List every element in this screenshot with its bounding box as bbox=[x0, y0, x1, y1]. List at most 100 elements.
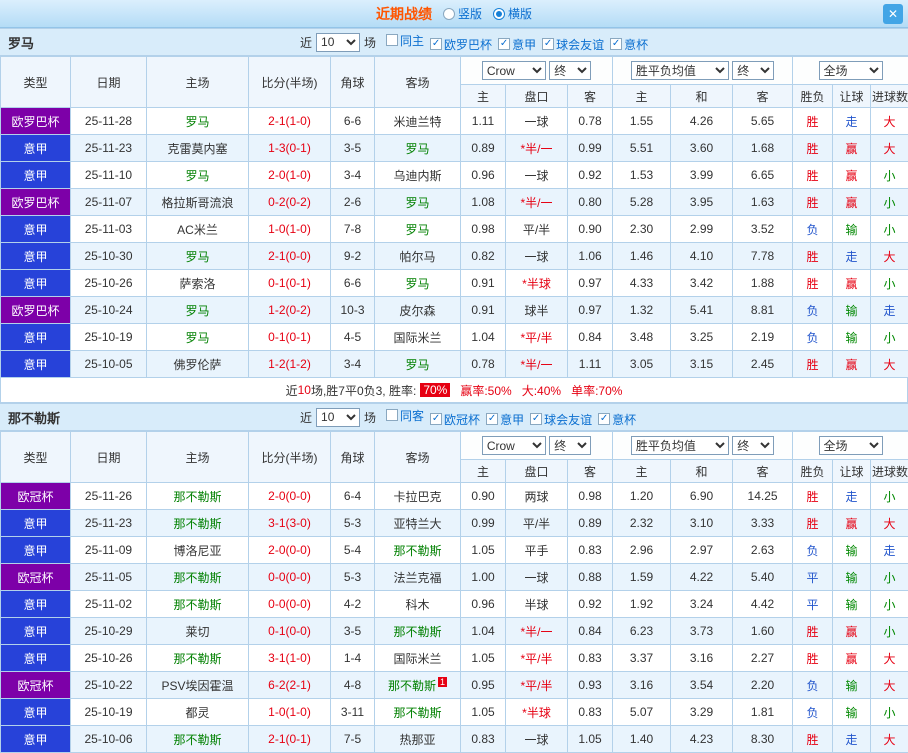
avg-odds-select[interactable]: 胜平负均值 bbox=[630, 61, 729, 80]
filter-checkbox[interactable]: ✓ 意甲 bbox=[498, 36, 536, 53]
avg-odds-select[interactable]: 胜平负均值 bbox=[630, 436, 729, 455]
home-team[interactable]: 莱切 bbox=[146, 617, 249, 645]
eu-home-odds: 5.51 bbox=[612, 134, 672, 162]
away-team[interactable]: 卡拉巴克 bbox=[374, 482, 461, 510]
away-team[interactable]: 热那亚 bbox=[374, 725, 461, 753]
result-cell: 胜 bbox=[792, 188, 834, 216]
bookmaker-select[interactable]: Crow bbox=[481, 61, 546, 80]
league-cell: 意甲 bbox=[0, 350, 71, 378]
match-row: 欧冠杯 25-11-26 那不勒斯 2-0(0-0) 6-4 卡拉巴克 0.90 两球 0.98… bbox=[0, 482, 908, 510]
layout-radio-vertical[interactable]: 竖版 bbox=[442, 5, 482, 22]
league-cell: 欧罗巴杯 bbox=[0, 188, 71, 216]
filter-checkbox[interactable]: ✓ 球会友谊 bbox=[530, 411, 592, 428]
filter-checkbox[interactable]: 同主 bbox=[386, 32, 424, 49]
filter-checkbox[interactable]: ✓ 意甲 bbox=[486, 411, 524, 428]
home-team[interactable]: 佛罗伦萨 bbox=[146, 350, 249, 378]
result-cell: 负 bbox=[792, 323, 834, 351]
eu-away-odds: 3.52 bbox=[732, 215, 794, 243]
filter-checkbox[interactable]: 同客 bbox=[386, 407, 424, 424]
filter-checkbox[interactable]: ✓ 球会友谊 bbox=[542, 36, 604, 53]
league-cell: 欧冠杯 bbox=[0, 671, 71, 699]
home-team[interactable]: 克雷莫内塞 bbox=[146, 134, 249, 162]
summary-rate: 大:40% bbox=[521, 383, 562, 398]
away-team[interactable]: 罗马 bbox=[374, 215, 461, 243]
team-section: 那不勒斯 近 10 场 同客 ✓ 欧冠杯 ✓ 意甲 ✓ 球会友谊 ✓ 意杯 类型 日期 主场 bbox=[0, 403, 908, 753]
home-team[interactable]: 格拉斯哥流浪 bbox=[146, 188, 249, 216]
europe-final-select[interactable]: 终 bbox=[732, 61, 775, 80]
home-team[interactable]: 那不勒斯 bbox=[146, 725, 249, 753]
asian-final-select[interactable]: 终 bbox=[549, 436, 592, 455]
filter-checkbox[interactable]: ✓ 欧罗巴杯 bbox=[430, 36, 492, 53]
away-team[interactable]: 罗马 bbox=[374, 350, 461, 378]
away-team[interactable]: 乌迪内斯 bbox=[374, 161, 461, 189]
eu-away-odds: 2.20 bbox=[732, 671, 794, 699]
home-team[interactable]: 罗马 bbox=[146, 296, 249, 324]
home-team[interactable]: AC米兰 bbox=[146, 215, 249, 243]
corners-cell: 9-2 bbox=[330, 242, 375, 270]
home-team[interactable]: 那不勒斯 bbox=[146, 644, 249, 672]
league-cell: 意甲 bbox=[0, 536, 71, 564]
eu-away-odds: 1.81 bbox=[732, 698, 794, 726]
away-team[interactable]: 那不勒斯 bbox=[374, 536, 461, 564]
away-team[interactable]: 罗马 bbox=[374, 188, 461, 216]
goals-result-cell: 小 bbox=[870, 161, 908, 189]
home-team[interactable]: 博洛尼亚 bbox=[146, 536, 249, 564]
checkbox-checked-icon: ✓ bbox=[598, 413, 611, 425]
home-team[interactable]: 那不勒斯 bbox=[146, 482, 249, 510]
away-team[interactable]: 亚特兰大 bbox=[374, 509, 461, 537]
home-team[interactable]: 那不勒斯 bbox=[146, 563, 249, 591]
away-team[interactable]: 罗马 bbox=[374, 269, 461, 297]
home-team[interactable]: 罗马 bbox=[146, 161, 249, 189]
checkbox-label: 同主 bbox=[400, 33, 425, 48]
goals-result-cell: 大 bbox=[870, 509, 908, 537]
scope-select[interactable]: 全场 bbox=[818, 436, 883, 455]
home-team[interactable]: 罗马 bbox=[146, 107, 249, 135]
league-cell: 意甲 bbox=[0, 698, 71, 726]
eu-away-odds: 8.81 bbox=[732, 296, 794, 324]
col-ah-away: 客 bbox=[566, 84, 614, 108]
europe-final-select[interactable]: 终 bbox=[732, 436, 775, 455]
league-cell: 意甲 bbox=[0, 215, 71, 243]
away-team[interactable]: 帕尔马 bbox=[374, 242, 461, 270]
close-icon[interactable]: ✕ bbox=[883, 4, 903, 24]
date-cell: 25-11-07 bbox=[70, 188, 147, 216]
league-cell: 意甲 bbox=[0, 161, 71, 189]
home-team[interactable]: 罗马 bbox=[146, 323, 249, 351]
away-team[interactable]: 国际米兰 bbox=[374, 323, 461, 351]
match-count-select[interactable]: 10 bbox=[316, 32, 361, 52]
layout-radio-horizontal[interactable]: 横版 bbox=[493, 5, 532, 22]
away-team[interactable]: 皮尔森 bbox=[374, 296, 461, 324]
filter-checkbox[interactable]: ✓ 欧冠杯 bbox=[430, 411, 480, 428]
handicap-cell: *半/一 bbox=[505, 188, 568, 216]
result-cell: 胜 bbox=[792, 482, 834, 510]
asian-final-select[interactable]: 终 bbox=[549, 61, 592, 80]
goals-result-cell: 大 bbox=[870, 134, 908, 162]
home-team[interactable]: 那不勒斯 bbox=[146, 509, 249, 537]
match-row: 意甲 25-11-09 博洛尼亚 2-0(0-0) 5-4 那不勒斯 1.05 平手 0.83 2… bbox=[0, 536, 908, 564]
away-team[interactable]: 那不勒斯 bbox=[374, 617, 461, 645]
away-team[interactable]: 那不勒斯 1 bbox=[374, 671, 461, 699]
home-team[interactable]: 萨索洛 bbox=[146, 269, 249, 297]
checkbox-label: 欧冠杯 bbox=[444, 412, 481, 427]
summary-bar: 近 10 场,胜7平0负3, 胜率: 70% 赢率:50% 大:40% 单率:70% bbox=[0, 378, 908, 403]
home-team[interactable]: 都灵 bbox=[146, 698, 249, 726]
ah-away-odds: 0.88 bbox=[566, 563, 614, 591]
match-count-select[interactable]: 10 bbox=[316, 407, 361, 427]
away-team[interactable]: 罗马 bbox=[374, 134, 461, 162]
away-team[interactable]: 国际米兰 bbox=[374, 644, 461, 672]
result-cell: 胜 bbox=[792, 509, 834, 537]
filter-checkbox[interactable]: ✓ 意杯 bbox=[598, 411, 636, 428]
col-handicap-result: 让球 bbox=[832, 459, 872, 483]
away-team[interactable]: 法兰克福 bbox=[374, 563, 461, 591]
away-team[interactable]: 那不勒斯 bbox=[374, 698, 461, 726]
home-team[interactable]: 罗马 bbox=[146, 242, 249, 270]
filter-checkbox[interactable]: ✓ 意杯 bbox=[610, 36, 648, 53]
away-team[interactable]: 科木 bbox=[374, 590, 461, 618]
away-team[interactable]: 米迪兰特 bbox=[374, 107, 461, 135]
bookmaker-select[interactable]: Crow bbox=[481, 436, 546, 455]
goals-result-cell: 小 bbox=[870, 482, 908, 510]
home-team[interactable]: 那不勒斯 bbox=[146, 590, 249, 618]
col-eu-away: 客 bbox=[732, 84, 794, 108]
scope-select[interactable]: 全场 bbox=[818, 61, 883, 80]
home-team[interactable]: PSV埃因霍温 bbox=[146, 671, 249, 699]
